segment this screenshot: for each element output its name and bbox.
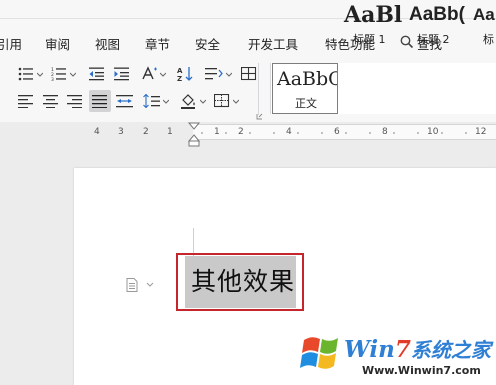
ruler-number: 1 <box>167 127 173 137</box>
highlight-annotation-box <box>176 253 304 311</box>
style-normal-label: 正文 <box>295 97 317 110</box>
align-center-icon <box>43 95 58 108</box>
borders-button[interactable] <box>213 93 231 109</box>
style-heading-3[interactable]: Aa 标 <box>469 0 496 51</box>
ruler-number: 4 <box>94 127 100 137</box>
paragraph-spacing-button[interactable] <box>143 93 161 109</box>
numbered-list-button[interactable]: 1 2 3 <box>50 66 68 82</box>
style-normal-sample: AaBbC <box>277 68 338 90</box>
numbered-list-icon: 1 2 3 <box>51 67 66 81</box>
borders-icon <box>214 94 230 108</box>
style-heading-3-label: 标 <box>483 33 494 46</box>
chevron-down-icon[interactable] <box>226 72 232 78</box>
increase-indent-icon <box>114 67 129 81</box>
ruler-number: 2 <box>143 127 149 137</box>
character-format-button[interactable] <box>141 66 159 82</box>
chevron-down-icon[interactable] <box>37 72 43 78</box>
svg-text:3: 3 <box>51 77 54 81</box>
menu-view[interactable]: 视图 <box>95 34 120 53</box>
menu-developer-tools[interactable]: 开发工具 <box>248 34 298 53</box>
menu-security[interactable]: 安全 <box>195 34 220 53</box>
align-right-button[interactable] <box>66 93 84 109</box>
style-heading-2[interactable]: AaBb( 标题 2 <box>405 0 469 51</box>
justify-icon <box>92 95 107 108</box>
distribute-icon <box>116 95 133 108</box>
windows-logo-icon <box>300 337 338 369</box>
menu-chapter[interactable]: 章节 <box>145 34 170 53</box>
style-heading-2-label: 标题 2 <box>417 33 450 46</box>
chevron-down-icon[interactable] <box>200 99 206 105</box>
sort-button[interactable]: A Z <box>177 66 195 82</box>
justify-button[interactable] <box>91 93 109 109</box>
menu-review[interactable]: 审阅 <box>45 34 70 53</box>
bullet-list-button[interactable] <box>17 66 35 82</box>
watermark-logo-text: Win7系统之家 <box>344 336 491 363</box>
decrease-indent-button[interactable] <box>88 66 106 82</box>
menu-references[interactable]: 引用 <box>0 34 22 53</box>
align-center-button[interactable] <box>42 93 60 109</box>
align-left-button[interactable] <box>17 93 35 109</box>
align-right-icon <box>67 95 82 108</box>
paragraph-spacing-icon <box>143 94 160 108</box>
watermark-url: Www.Winwin7.com <box>362 364 481 377</box>
increase-indent-button[interactable] <box>113 66 131 82</box>
style-heading-1-sample: AaBl <box>344 2 403 28</box>
table-layout-button[interactable] <box>240 66 258 82</box>
style-normal[interactable]: AaBbC 正文 <box>272 63 338 114</box>
svg-text:Z: Z <box>177 75 182 82</box>
style-heading-1-label: 标题 1 <box>353 33 386 46</box>
svg-text:A: A <box>177 67 183 75</box>
ruler-number: 3 <box>118 127 124 137</box>
align-left-icon <box>18 95 33 108</box>
style-heading-2-sample: AaBb( <box>409 4 465 25</box>
paragraph-handle[interactable] <box>126 278 156 297</box>
indent-marker-icon[interactable] <box>187 122 201 148</box>
document-icon <box>126 278 154 292</box>
distribute-button[interactable] <box>116 93 134 109</box>
paint-bucket-icon <box>181 94 195 109</box>
shading-button[interactable] <box>180 93 198 109</box>
sort-az-icon: A Z <box>177 67 193 82</box>
line-spacing-button[interactable] <box>205 66 223 82</box>
ribbon-group-divider <box>258 63 259 115</box>
decrease-indent-icon <box>89 67 104 81</box>
chevron-down-icon[interactable] <box>160 72 166 78</box>
bullet-list-icon <box>18 67 33 81</box>
style-heading-1[interactable]: AaBl 标题 1 <box>340 0 405 51</box>
style-heading-3-sample: Aa <box>473 5 495 24</box>
line-spacing-icon <box>205 68 223 80</box>
ruler-ticks <box>201 132 467 134</box>
table-grid-icon <box>241 67 257 81</box>
chevron-down-icon[interactable] <box>163 99 169 105</box>
chevron-down-icon[interactable] <box>70 72 76 78</box>
chevron-down-icon[interactable] <box>233 99 239 105</box>
text-effect-icon <box>142 66 157 80</box>
